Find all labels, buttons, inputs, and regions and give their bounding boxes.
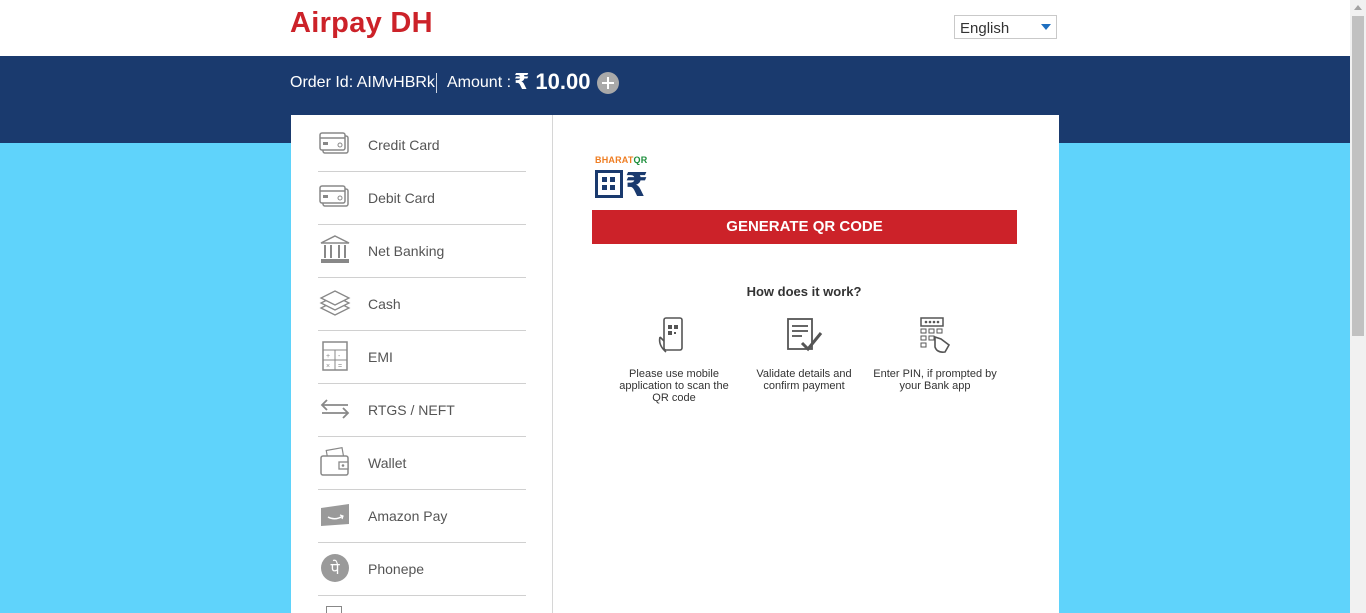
- language-select[interactable]: English: [954, 15, 1057, 39]
- brand-title: Airpay DH: [290, 7, 433, 39]
- sidebar-item-label: Cash: [368, 296, 401, 312]
- sidebar-item-rtgs-neft[interactable]: RTGS / NEFT: [318, 384, 526, 437]
- calculator-icon: + - × =: [319, 341, 351, 371]
- sidebar-item-net-banking[interactable]: Net Banking: [318, 225, 526, 278]
- scrollbar-thumb[interactable]: [1352, 16, 1364, 336]
- phone-scan-icon: [654, 315, 694, 355]
- svg-text:-: -: [338, 353, 341, 360]
- generate-qr-button[interactable]: GENERATE QR CODE: [592, 210, 1017, 244]
- scroll-up-icon[interactable]: [1354, 5, 1362, 10]
- language-selected: English: [960, 20, 1010, 37]
- bharat-qr-panel: BHARATQR ₹ GENERATE QR CODE How does it …: [553, 115, 1059, 613]
- chevron-down-icon: [1041, 24, 1051, 30]
- sidebar-item-debit-card[interactable]: Debit Card: [318, 172, 526, 225]
- svg-text:पे: पे: [330, 559, 340, 578]
- svg-text:=: =: [338, 363, 342, 370]
- svg-text:+: +: [326, 353, 330, 360]
- svg-text:₹: ₹: [625, 166, 648, 200]
- divider: [436, 73, 437, 93]
- sidebar-item-label: Wallet: [368, 455, 407, 471]
- step-scan-qr: Please use mobile application to scan th…: [611, 315, 737, 404]
- sidebar-item-label: Amazon Pay: [368, 508, 448, 524]
- phonepe-icon: पे: [319, 553, 351, 583]
- sidebar-item-label: EMI: [368, 349, 393, 365]
- sidebar-item-label: RTGS / NEFT: [368, 402, 455, 418]
- how-it-works-title: How does it work?: [746, 284, 862, 299]
- expand-details-icon[interactable]: [597, 72, 619, 94]
- credit-card-icon: [319, 129, 351, 159]
- step-text: Validate details and confirm payment: [756, 368, 852, 392]
- step-text: Enter PIN, if prompted by your Bank app: [873, 368, 997, 392]
- amount-value: ₹ 10.00: [514, 69, 591, 94]
- amazon-pay-icon: [319, 500, 351, 530]
- order-id: Order Id: AIMvHBRk: [290, 74, 435, 91]
- payment-methods-sidebar: Credit Card Debit Card Net Banking Cash …: [291, 115, 553, 613]
- sidebar-item-amazon-pay[interactable]: Amazon Pay: [318, 490, 526, 543]
- step-enter-pin: Enter PIN, if prompted by your Bank app: [872, 315, 998, 392]
- scrollbar[interactable]: [1350, 0, 1366, 613]
- step-text: Please use mobile application to scan th…: [619, 368, 729, 404]
- sidebar-item-label: Debit Card: [368, 190, 435, 206]
- sidebar-item-label: Net Banking: [368, 243, 445, 259]
- top-header: Airpay DH English: [0, 0, 1350, 56]
- bharatqr-logo-text: BHARATQR: [595, 155, 648, 165]
- cash-icon: [319, 288, 351, 318]
- document-check-icon: [784, 315, 824, 355]
- sidebar-item-cash[interactable]: Cash: [318, 278, 526, 331]
- sidebar-item-label: Credit Card: [368, 137, 440, 153]
- sidebar-item-wallet[interactable]: Wallet: [318, 437, 526, 490]
- sidebar-item-emi[interactable]: + - × = EMI: [318, 331, 526, 384]
- keypad-pin-icon: [915, 315, 955, 355]
- transfer-arrows-icon: [319, 394, 351, 424]
- wallet-icon: [319, 447, 351, 477]
- bank-icon: [319, 235, 351, 265]
- sidebar-item-phonepe[interactable]: पे Phonepe: [318, 543, 526, 596]
- step-validate: Validate details and confirm payment: [741, 315, 867, 392]
- sidebar-item-label: Phonepe: [368, 561, 425, 577]
- sidebar-item-credit-card[interactable]: Credit Card: [318, 119, 526, 172]
- debit-card-icon: [319, 182, 351, 212]
- next-method-icon: [326, 606, 342, 613]
- payment-card: Credit Card Debit Card Net Banking Cash …: [291, 115, 1059, 613]
- amount-label: Amount :: [447, 74, 512, 91]
- svg-text:×: ×: [326, 363, 330, 370]
- bharatqr-logo-icon: ₹: [595, 165, 653, 204]
